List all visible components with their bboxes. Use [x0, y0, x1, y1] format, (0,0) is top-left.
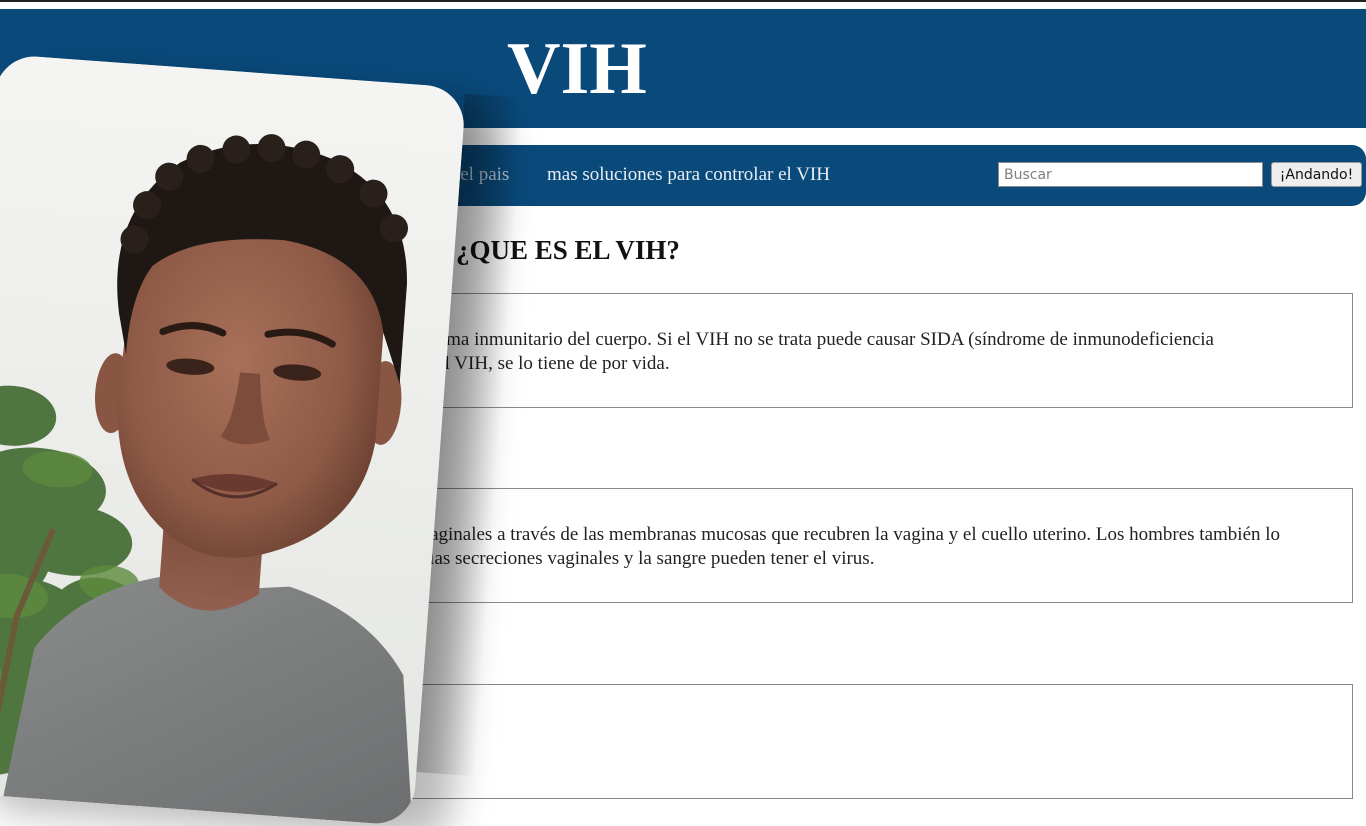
box-text-line: stema inmunitario del cuerpo. Si el VIH …	[425, 329, 1214, 350]
portrait-photo	[0, 53, 467, 826]
search-input[interactable]	[998, 162, 1263, 187]
box-text-line: e el VIH, se lo tiene de por vida.	[423, 353, 670, 374]
content-box-1: stema inmunitario del cuerpo. Si el VIH …	[300, 293, 1353, 408]
section-title: ¿QUE ES EL VIH?	[456, 235, 680, 265]
nav-link-soluciones[interactable]: mas soluciones para controlar el VIH	[547, 164, 830, 186]
site-title: VIH	[507, 28, 647, 110]
top-border	[0, 0, 1366, 2]
content-box-3	[300, 684, 1353, 799]
box-text-line: que las secreciones vaginales y la sangr…	[397, 548, 875, 569]
portrait-illustration	[0, 53, 467, 826]
search-button[interactable]: ¡Andando!	[1271, 162, 1362, 187]
content-box-2: es vaginales a través de las membranas m…	[300, 488, 1353, 603]
box-text-line: es vaginales a través de las membranas m…	[400, 524, 1281, 545]
